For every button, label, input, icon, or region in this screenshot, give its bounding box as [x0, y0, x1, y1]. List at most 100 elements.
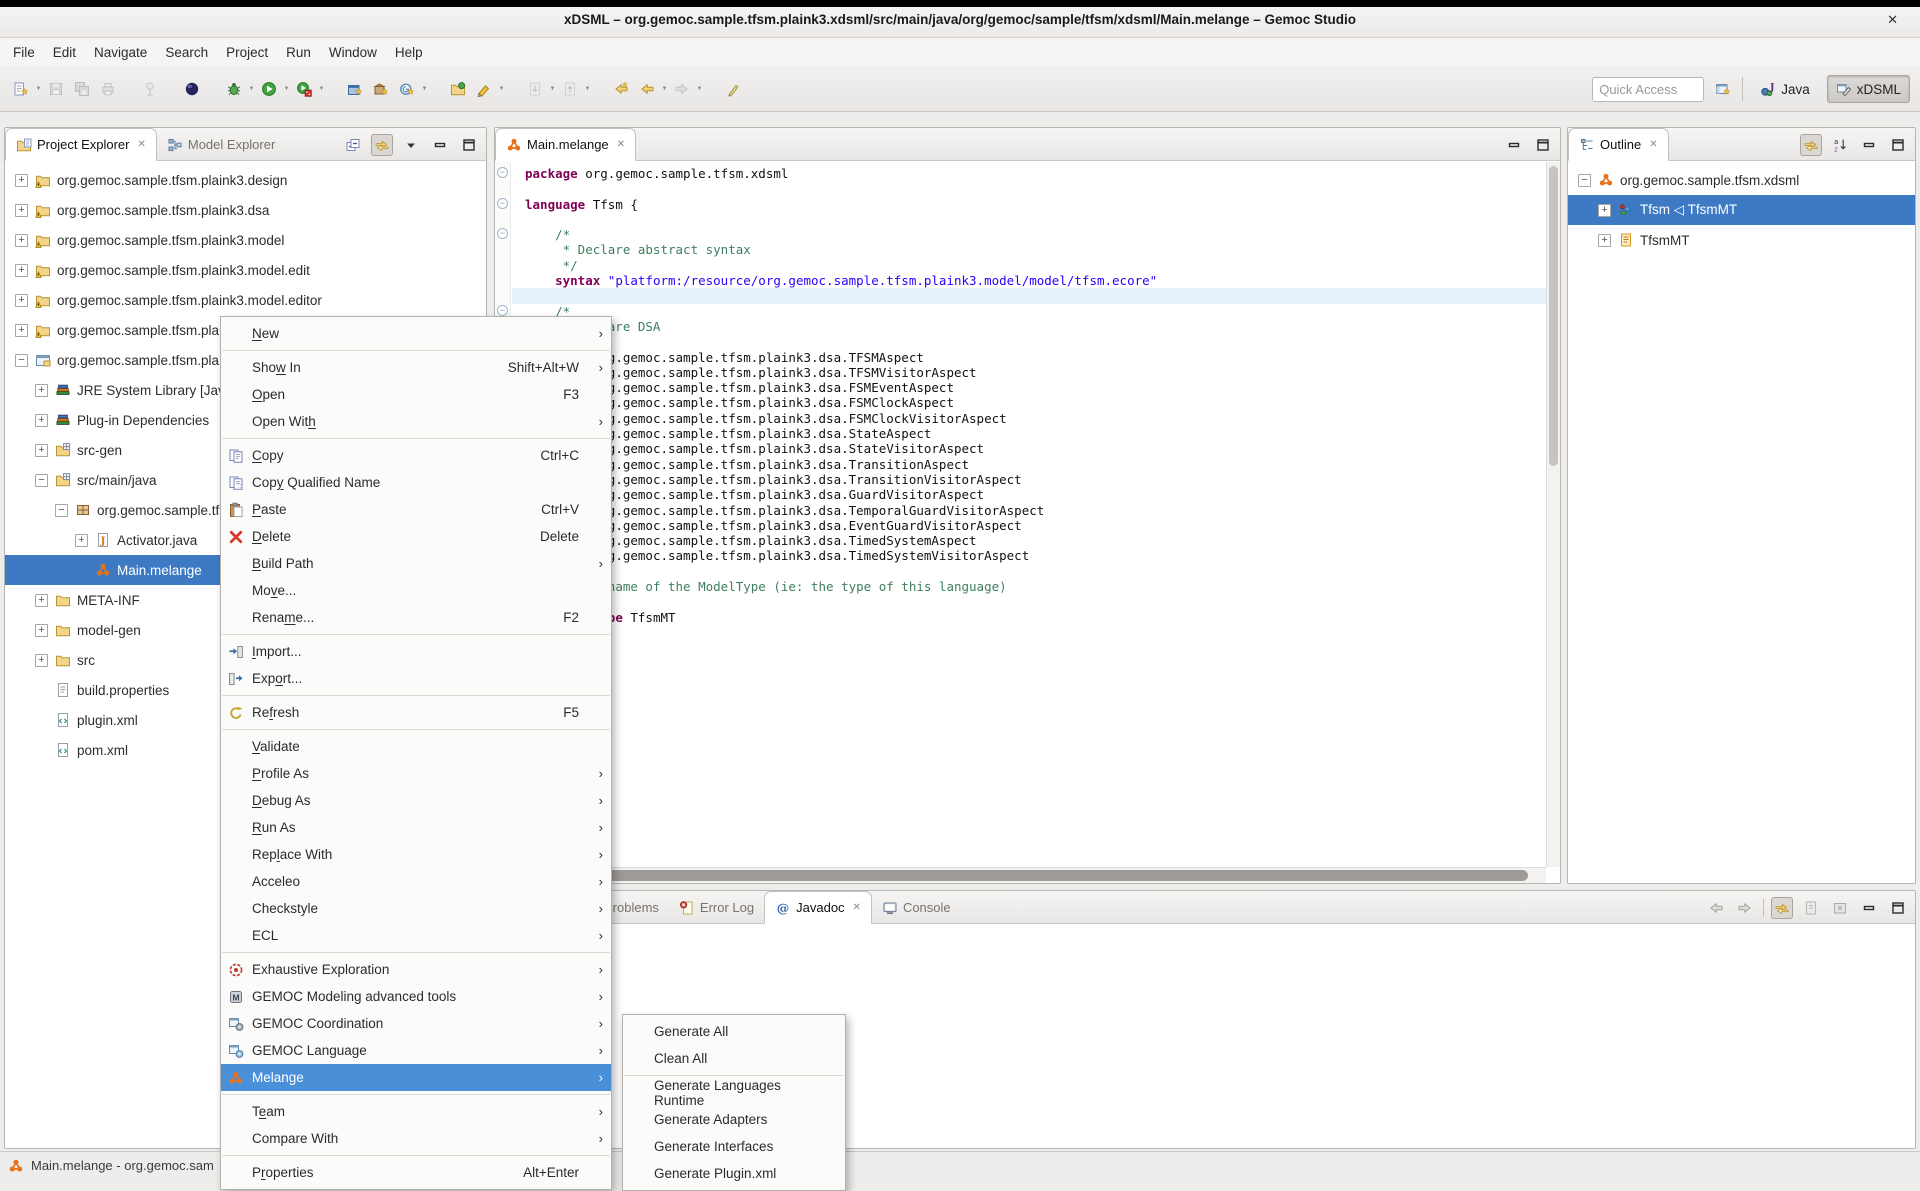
editor-content[interactable]: −−−− package org.gemoc.sample.tfsm.xdsml… — [495, 162, 1546, 867]
view-menu-icon[interactable] — [400, 134, 422, 156]
menu-item-import[interactable]: Import... — [221, 638, 611, 665]
menu-item-run-as[interactable]: Run As› — [221, 814, 611, 841]
sort-az-icon[interactable]: az — [1829, 134, 1851, 156]
expand-icon[interactable]: + — [15, 294, 28, 307]
dropdown-chevron-icon[interactable]: ▼ — [548, 76, 557, 102]
dropdown-chevron-icon[interactable]: ▼ — [34, 76, 43, 102]
expand-icon[interactable]: + — [15, 234, 28, 247]
menu-edit[interactable]: Edit — [44, 41, 85, 64]
window-close-icon[interactable]: ✕ — [1887, 12, 1898, 28]
new-plugin-project-icon[interactable] — [369, 76, 393, 102]
dropdown-chevron-icon[interactable]: ▼ — [247, 76, 256, 102]
menu-item-exhaustive-exploration[interactable]: Exhaustive Exploration› — [221, 956, 611, 983]
tree-item-tfsmmt[interactable]: +TfsmMT — [1568, 225, 1915, 255]
dropdown-chevron-icon[interactable]: ▼ — [583, 76, 592, 102]
menu-item-melange[interactable]: Melange› — [221, 1064, 611, 1091]
expand-icon[interactable]: + — [1598, 234, 1611, 247]
dropdown-chevron-icon[interactable]: ▼ — [695, 76, 704, 102]
dropdown-chevron-icon[interactable]: ▼ — [282, 76, 291, 102]
tree-item-org-gemoc-sample-tfsm-plaink3-model-edit[interactable]: +org.gemoc.sample.tfsm.plaink3.model.edi… — [5, 255, 486, 285]
menu-item-compare-with[interactable]: Compare With› — [221, 1125, 611, 1152]
expand-icon[interactable]: + — [35, 444, 48, 457]
menu-item-replace-with[interactable]: Replace With› — [221, 841, 611, 868]
save-all-icon[interactable] — [70, 76, 94, 102]
forward-icon[interactable] — [670, 76, 694, 102]
pin-icon[interactable] — [138, 76, 162, 102]
link-with-editor-icon[interactable] — [371, 134, 393, 156]
save-icon[interactable] — [44, 76, 68, 102]
minimize-icon[interactable] — [429, 134, 451, 156]
expand-icon[interactable]: + — [35, 414, 48, 427]
expand-icon[interactable]: + — [35, 384, 48, 397]
debug-icon[interactable] — [222, 76, 246, 102]
tab-close-icon[interactable]: ✕ — [853, 902, 861, 913]
tree-item-org-gemoc-sample-tfsm-plaink3-dsa[interactable]: +org.gemoc.sample.tfsm.plaink3.dsa — [5, 195, 486, 225]
next-annotation-icon[interactable] — [523, 76, 547, 102]
minimize-icon[interactable] — [1503, 134, 1525, 156]
menu-item-gemoc-language[interactable]: GEMOC Language› — [221, 1037, 611, 1064]
menu-project[interactable]: Project — [217, 41, 277, 64]
new-groovy-icon[interactable] — [395, 76, 419, 102]
tab-close-icon[interactable]: ✕ — [617, 139, 625, 150]
tree-item-org-gemoc-sample-tfsm-plaink3-model[interactable]: +org.gemoc.sample.tfsm.plaink3.model — [5, 225, 486, 255]
menu-item-generate-adapters[interactable]: Generate Adapters — [623, 1106, 845, 1133]
expand-icon[interactable]: + — [15, 264, 28, 277]
tree-item-org-gemoc-sample-tfsm-plaink3-design[interactable]: +org.gemoc.sample.tfsm.plaink3.design — [5, 165, 486, 195]
tree-item-org-gemoc-sample-tfsm-xdsml[interactable]: −org.gemoc.sample.tfsm.xdsml — [1568, 165, 1915, 195]
dropdown-chevron-icon[interactable]: ▼ — [420, 76, 429, 102]
menu-item-open-with[interactable]: Open With› — [221, 408, 611, 435]
collapse-all-icon[interactable] — [342, 134, 364, 156]
menu-item-generate-languages-runtime[interactable]: Generate Languages Runtime — [623, 1079, 845, 1106]
tab-console[interactable]: Console — [872, 891, 961, 924]
print-icon[interactable] — [96, 76, 120, 102]
menu-item-gemoc-coordination[interactable]: GEMOC Coordination› — [221, 1010, 611, 1037]
menu-item-show-in[interactable]: Show InShift+Alt+W› — [221, 354, 611, 381]
previous-annotation-icon[interactable] — [558, 76, 582, 102]
new-java-project-icon[interactable] — [343, 76, 367, 102]
pin-editor-icon[interactable] — [1800, 897, 1822, 919]
tab-model-explorer[interactable]: Model Explorer — [157, 128, 285, 161]
outline-tree[interactable]: −org.gemoc.sample.tfsm.xdsml+Tfsm ◁ Tfsm… — [1568, 162, 1915, 883]
menu-item-refresh[interactable]: RefreshF5 — [221, 699, 611, 726]
maximize-icon[interactable] — [458, 134, 480, 156]
minimize-icon[interactable] — [1858, 134, 1880, 156]
expand-icon[interactable]: + — [75, 534, 88, 547]
maximize-icon[interactable] — [1887, 134, 1909, 156]
dropdown-chevron-icon[interactable]: ▼ — [317, 76, 326, 102]
last-edit-location-icon[interactable] — [721, 76, 745, 102]
open-resource-icon[interactable] — [446, 76, 470, 102]
forward-icon-gray[interactable] — [1734, 897, 1756, 919]
expand-icon[interactable]: + — [15, 174, 28, 187]
menu-run[interactable]: Run — [277, 41, 320, 64]
menu-item-gemoc-modeling-advanced-tools[interactable]: MGEMOC Modeling advanced tools› — [221, 983, 611, 1010]
tree-item-org-gemoc-sample-tfsm-plaink3-model-editor[interactable]: +org.gemoc.sample.tfsm.plaink3.model.edi… — [5, 285, 486, 315]
expand-icon[interactable]: + — [15, 204, 28, 217]
menu-item-generate-all[interactable]: Generate All — [623, 1018, 845, 1045]
tab-project-explorer[interactable]: Project Explorer✕ — [5, 128, 157, 161]
menu-item-properties[interactable]: PropertiesAlt+Enter — [221, 1159, 611, 1186]
menu-item-export[interactable]: Export... — [221, 665, 611, 692]
menu-item-acceleo[interactable]: Acceleo› — [221, 868, 611, 895]
menu-item-copy-qualified-name[interactable]: ::Copy Qualified Name — [221, 469, 611, 496]
menu-item-build-path[interactable]: Build Path› — [221, 550, 611, 577]
menu-help[interactable]: Help — [386, 41, 432, 64]
menu-item-generate-interfaces[interactable]: Generate Interfaces — [623, 1133, 845, 1160]
menu-item-debug-as[interactable]: Debug As› — [221, 787, 611, 814]
editor-horizontal-scrollbar[interactable] — [495, 867, 1546, 883]
run-history-icon[interactable] — [292, 76, 316, 102]
back-icon-gray[interactable] — [1705, 897, 1727, 919]
scroll-lock-icon[interactable] — [1829, 897, 1851, 919]
expand-icon[interactable]: + — [35, 654, 48, 667]
link-with-editor-icon[interactable] — [1771, 897, 1793, 919]
menu-item-clean-all[interactable]: Clean All — [623, 1045, 845, 1072]
perspective-xdsml-button[interactable]: xDSML — [1827, 75, 1910, 103]
fold-collapse-icon[interactable]: − — [497, 305, 508, 316]
editor-vertical-scrollbar[interactable] — [1546, 162, 1560, 867]
collapse-icon[interactable]: − — [55, 504, 68, 517]
previous-edit-icon[interactable] — [609, 76, 633, 102]
menu-file[interactable]: File — [4, 41, 44, 64]
fold-collapse-icon[interactable]: − — [497, 167, 508, 178]
open-perspective-icon[interactable] — [1712, 78, 1734, 100]
menu-navigate[interactable]: Navigate — [85, 41, 156, 64]
quick-access-input[interactable] — [1592, 77, 1704, 102]
